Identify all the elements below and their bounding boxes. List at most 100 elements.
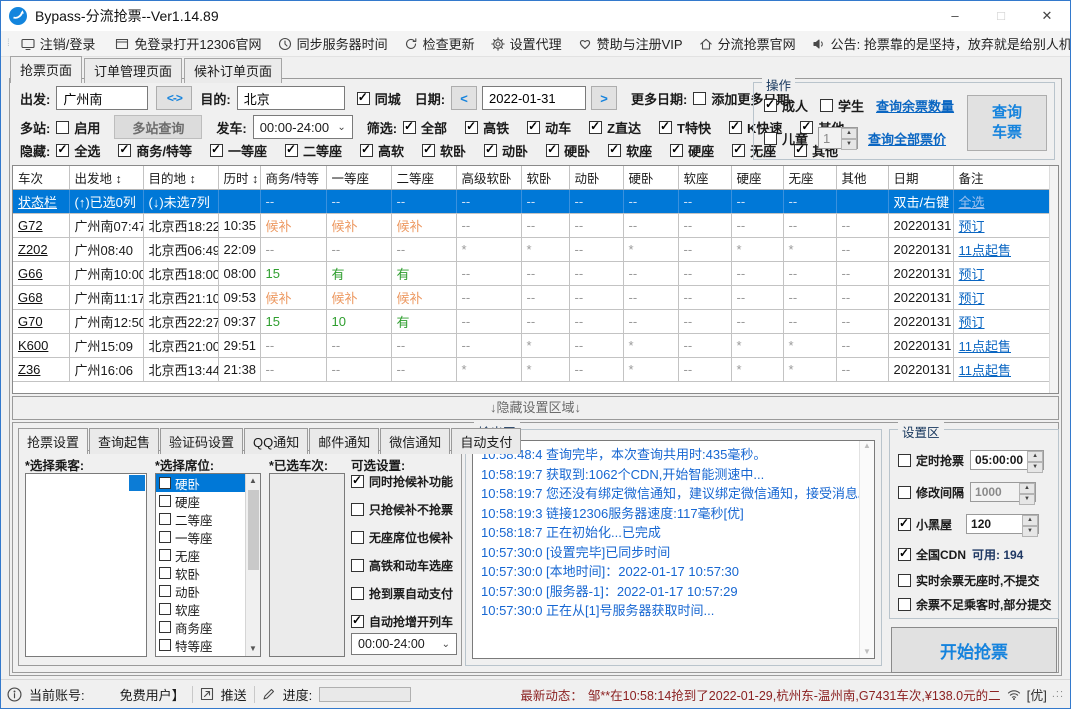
seat-option[interactable]: 无座 <box>156 546 245 564</box>
column-header[interactable]: 备注 <box>953 166 1051 190</box>
train-link[interactable]: G70 <box>18 314 43 329</box>
partial-submit-checkbox[interactable]: 余票不足乘客时,部分提交 <box>898 596 1051 613</box>
maximize-button[interactable]: □ <box>978 1 1024 31</box>
column-header[interactable]: 日期 <box>888 166 954 190</box>
adult-checkbox[interactable]: 成人 <box>764 96 808 115</box>
scroll-down-icon[interactable]: ▼ <box>860 647 874 656</box>
column-header[interactable]: 二等座 <box>391 166 457 190</box>
menu-check-update[interactable]: 检查更新 <box>396 34 483 53</box>
filter-checkbox[interactable]: Z直达 <box>589 118 641 137</box>
selected-trains-listbox[interactable] <box>269 473 345 657</box>
column-header[interactable]: 无座 <box>783 166 837 190</box>
tab-captcha[interactable]: 验证码设置 <box>160 428 244 454</box>
column-header[interactable]: 出发地 ↕ <box>69 166 144 190</box>
train-link[interactable]: K600 <box>18 338 48 353</box>
student-checkbox[interactable]: 学生 <box>820 96 864 115</box>
toolbar-grip-icon[interactable]: ⁞ <box>7 38 10 49</box>
menu-logout-login[interactable]: 注销/登录 <box>13 34 104 53</box>
query-remaining-link[interactable]: 查询余票数量 <box>876 96 954 115</box>
tab-order-page[interactable]: 订单管理页面 <box>84 58 183 83</box>
column-header[interactable]: 商务/特等 <box>260 166 327 190</box>
scroll-up-icon[interactable]: ▲ <box>249 474 257 488</box>
child-checkbox[interactable]: 儿童 <box>764 129 808 148</box>
step-up-icon[interactable]: ▲ <box>1027 451 1044 462</box>
train-link[interactable]: Z202 <box>18 242 48 257</box>
train-link[interactable]: G68 <box>18 290 43 305</box>
seat-option[interactable]: 一等座 <box>156 528 245 546</box>
date-prev-button[interactable]: < <box>451 86 478 110</box>
scroll-thumb[interactable] <box>247 490 259 570</box>
seat-option[interactable]: 二等座 <box>156 510 245 528</box>
hide-checkbox[interactable]: 软座 <box>608 141 652 160</box>
multi-enable-checkbox[interactable]: 启用 <box>56 118 100 137</box>
filter-checkbox[interactable]: 全部 <box>403 118 447 137</box>
hide-checkbox[interactable]: 一等座 <box>209 141 267 160</box>
column-header[interactable]: 软座 <box>678 166 732 190</box>
seat-option[interactable]: 特等座 <box>156 636 245 654</box>
hide-checkbox[interactable]: 全选 <box>56 141 100 160</box>
tab-query-sale[interactable]: 查询起售 <box>89 428 160 454</box>
timed-grab-checkbox[interactable]: 定时抢票 <box>898 452 964 469</box>
table-row[interactable]: K600 广州15:09 北京西21:00 29:51 -- -- -- -- * -- * -- * *… <box>13 333 1051 358</box>
blacklist-stepper[interactable]: 120 ▲ ▼ <box>966 514 1040 537</box>
menu-set-proxy[interactable]: 设置代理 <box>483 34 570 53</box>
column-header[interactable]: 其他 <box>836 166 889 190</box>
step-down-icon[interactable]: ▼ <box>841 139 858 150</box>
hide-settings-divider[interactable]: ↓隐藏设置区域↓ <box>12 396 1059 420</box>
date-input[interactable] <box>482 86 587 110</box>
hide-checkbox[interactable]: 高软 <box>360 141 404 160</box>
close-button[interactable]: ✕ <box>1024 1 1070 31</box>
multi-query-button[interactable]: 多站查询 <box>114 115 203 139</box>
note-link[interactable]: 预订 <box>959 315 985 330</box>
seat-option[interactable]: 动卧 <box>156 582 245 600</box>
column-header[interactable]: 目的地 ↕ <box>143 166 219 190</box>
depart-time-select[interactable]: 00:00-24:00 ⌄ <box>252 115 353 139</box>
tab-waitlist-page[interactable]: 候补订单页面 <box>184 58 283 83</box>
passenger-listbox[interactable] <box>25 473 147 657</box>
menu-official-site[interactable]: 分流抢票官网 <box>691 34 804 53</box>
no-seat-checkbox[interactable]: 实时余票无座时,不提交 <box>898 572 1039 589</box>
hide-checkbox[interactable]: 硬座 <box>670 141 714 160</box>
resize-grip-icon[interactable]: .:: <box>1052 688 1064 700</box>
scroll-up-icon[interactable]: ▲ <box>863 441 871 450</box>
menu-sync-time[interactable]: 同步服务器时间 <box>270 34 396 53</box>
step-down-icon[interactable]: ▼ <box>1027 462 1044 473</box>
table-row[interactable]: G68 广州南11:17 北京西21:10 09:53 候补 候补 候补 -- -- -- -- --… <box>13 285 1051 310</box>
tab-qq-notify[interactable]: QQ通知 <box>244 428 309 454</box>
query-prices-link[interactable]: 查询全部票价 <box>868 129 946 148</box>
seat-option[interactable]: 硬座 <box>156 492 245 510</box>
train-link[interactable]: G72 <box>18 218 43 233</box>
child-count-stepper[interactable]: 1 ▲ ▼ <box>818 127 859 150</box>
menu-open-12306[interactable]: 免登录打开12306官网 <box>107 34 269 53</box>
menu-sponsor-vip[interactable]: 赞助与注册VIP <box>570 34 691 53</box>
train-link[interactable]: G66 <box>18 266 43 281</box>
table-row[interactable]: G70 广州南12:50 北京西22:27 09:37 15 10 有 -- -- -- -- -- -… <box>13 309 1051 334</box>
column-header[interactable]: 硬卧 <box>623 166 679 190</box>
interval-checkbox[interactable]: 修改间隔 <box>898 484 964 501</box>
hide-checkbox[interactable]: 动卧 <box>484 141 528 160</box>
table-row[interactable]: Z36 广州16:06 北京西13:44 21:38 -- -- -- * * -- * -- * * --… <box>13 357 1051 382</box>
start-grab-button[interactable]: 开始抢票 <box>891 627 1057 673</box>
column-header[interactable]: 高级软卧 <box>456 166 522 190</box>
tab-grab-settings[interactable]: 抢票设置 <box>18 428 89 455</box>
swap-stations-button[interactable]: <-> <box>156 86 193 110</box>
filter-checkbox[interactable]: 高铁 <box>465 118 509 137</box>
push-label[interactable]: 推送 <box>221 685 247 704</box>
note-link[interactable]: 11点起售 <box>959 363 1012 378</box>
same-city-checkbox[interactable]: 同城 <box>356 89 401 108</box>
note-link[interactable]: 11点起售 <box>959 339 1012 354</box>
column-header[interactable]: 软卧 <box>521 166 570 190</box>
interval-stepper[interactable]: 1000 ▲ ▼ <box>970 482 1037 505</box>
column-header[interactable]: 历时 ↕ <box>218 166 261 190</box>
step-up-icon[interactable]: ▲ <box>841 128 858 139</box>
table-status-row[interactable]: 状态栏 (↑)已选0列 (↓)未选7列 -- -- -- -- -- -- -- -- -- -- 双击/… <box>13 189 1051 214</box>
seat-option[interactable]: 软卧 <box>156 564 245 582</box>
filter-checkbox[interactable]: T特快 <box>659 118 711 137</box>
step-down-icon[interactable]: ▼ <box>1019 494 1036 505</box>
seat-listbox[interactable]: 硬卧 硬座 二等座 一等座 无座 软卧 动卧 软座 商务座 特等座 ▲ ▼ <box>155 473 261 657</box>
step-up-icon[interactable]: ▲ <box>1019 483 1036 494</box>
note-link[interactable]: 预订 <box>959 291 985 306</box>
grab-time-range-select[interactable]: 00:00-24:00 ⌄ <box>351 633 457 655</box>
step-up-icon[interactable]: ▲ <box>1022 515 1039 526</box>
seat-option[interactable]: 商务座 <box>156 618 245 636</box>
